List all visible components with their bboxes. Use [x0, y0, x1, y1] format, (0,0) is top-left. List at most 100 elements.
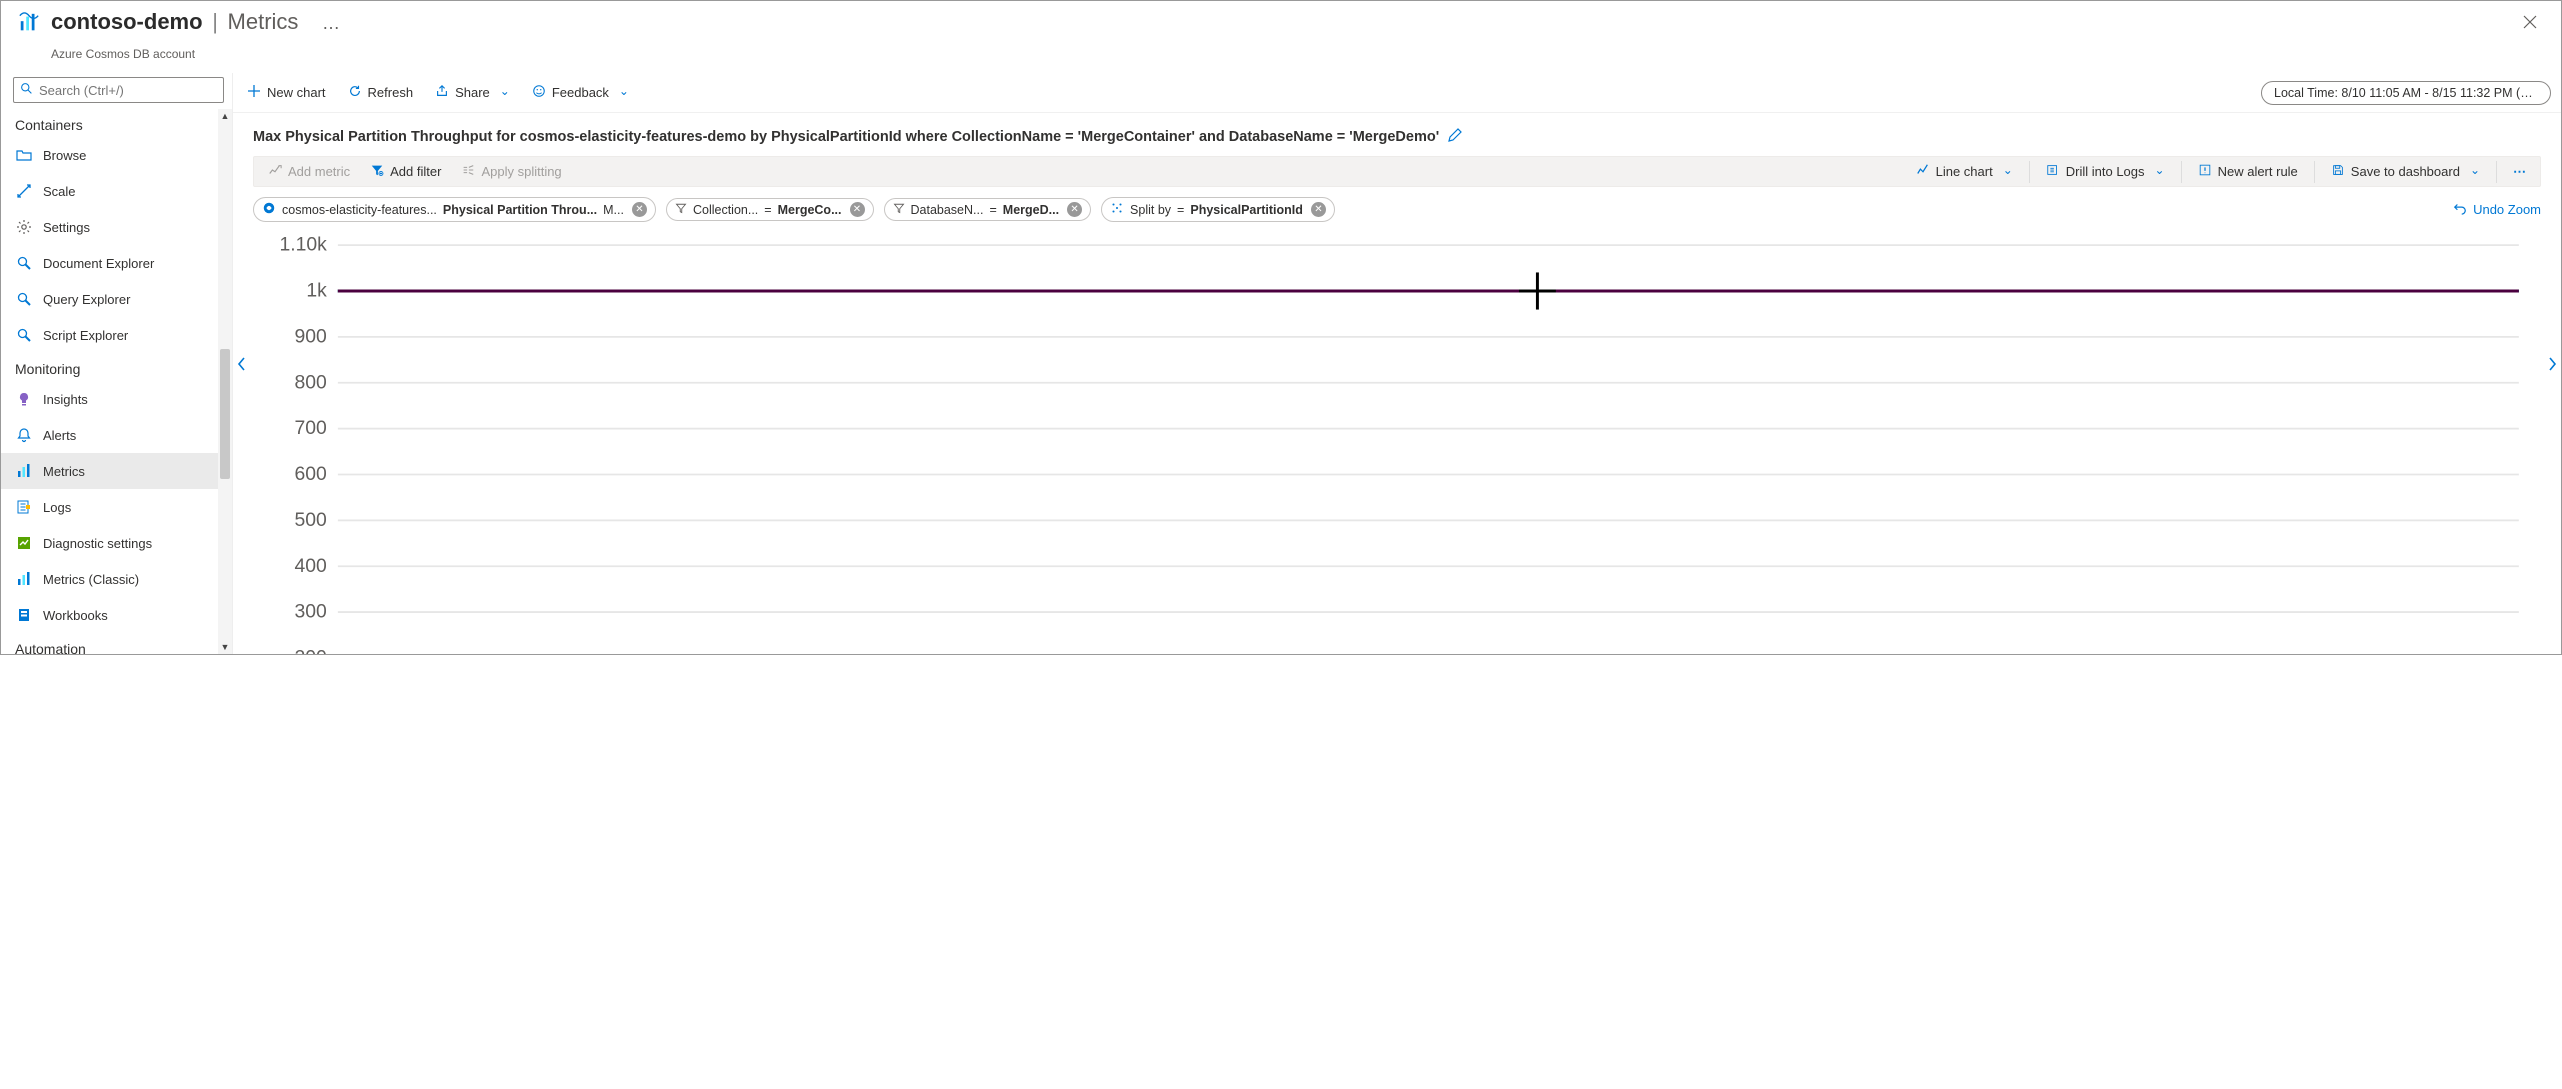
- sidebar-item-query-explorer[interactable]: Query Explorer: [1, 281, 232, 317]
- split-value: PhysicalPartitionId: [1190, 203, 1303, 217]
- new-chart-button[interactable]: New chart: [243, 80, 330, 105]
- scroll-up-button[interactable]: ▲: [218, 109, 232, 123]
- filter-collection-pill[interactable]: Collection... = MergeCo... ✕: [666, 198, 874, 221]
- search-input[interactable]: [37, 82, 217, 99]
- search-icon: [20, 82, 33, 98]
- feedback-label: Feedback: [552, 85, 609, 100]
- sidebar-item-label: Browse: [43, 148, 86, 163]
- sidebar-item-label: Settings: [43, 220, 90, 235]
- metric-pill-metric: Physical Partition Throu...: [443, 203, 597, 217]
- scale-icon: [15, 182, 33, 200]
- expand-right-handle[interactable]: [2543, 346, 2561, 382]
- sidebar-item-label: Diagnostic settings: [43, 536, 152, 551]
- split-remove[interactable]: ✕: [1311, 202, 1326, 217]
- sidebar-item-label: Metrics (Classic): [43, 572, 139, 587]
- sidebar-item-insights[interactable]: Insights: [1, 381, 232, 417]
- filter-collection-label: Collection...: [693, 203, 758, 217]
- share-button[interactable]: Share: [431, 80, 514, 105]
- svg-text:500: 500: [295, 509, 327, 531]
- drill-logs-label: Drill into Logs: [2066, 164, 2145, 179]
- add-metric-button[interactable]: Add metric: [260, 157, 358, 186]
- chart-type-button[interactable]: Line chart: [1908, 157, 2021, 186]
- add-metric-label: Add metric: [288, 164, 350, 179]
- sidebar: « ContainersBrowseScaleSettingsDocument …: [1, 73, 233, 654]
- sidebar-item-metrics[interactable]: Metrics: [1, 453, 232, 489]
- undo-zoom-label: Undo Zoom: [2473, 202, 2541, 217]
- title-more-button[interactable]: …: [322, 13, 340, 33]
- logs-icon: [15, 498, 33, 516]
- add-metric-icon: [268, 163, 282, 180]
- svg-text:200: 200: [295, 647, 327, 654]
- bars-icon: [15, 570, 33, 588]
- sidebar-item-metrics-classic[interactable]: Metrics (Classic): [1, 561, 232, 597]
- gear-icon: [15, 218, 33, 236]
- sidebar-item-alerts[interactable]: Alerts: [1, 417, 232, 453]
- refresh-label: Refresh: [368, 85, 414, 100]
- sidebar-scrollbar-thumb[interactable]: [220, 349, 230, 479]
- funnel-icon: [893, 202, 905, 217]
- undo-icon: [2453, 201, 2467, 218]
- split-eq: =: [1177, 203, 1184, 217]
- refresh-icon: [348, 84, 362, 101]
- resource-pill-icon: [262, 201, 276, 218]
- apply-splitting-button[interactable]: Apply splitting: [453, 157, 569, 186]
- feedback-button[interactable]: Feedback: [528, 80, 633, 105]
- sidebar-item-label: Document Explorer: [43, 256, 154, 271]
- search-input-wrapper[interactable]: [13, 77, 224, 103]
- add-filter-label: Add filter: [390, 164, 441, 179]
- sidebar-item-diagnostic[interactable]: Diagnostic settings: [1, 525, 232, 561]
- sidebar-item-doc-explorer[interactable]: Document Explorer: [1, 245, 232, 281]
- toolbar-divider: [2029, 161, 2030, 183]
- close-button[interactable]: [2515, 9, 2545, 38]
- new-alert-button[interactable]: New alert rule: [2190, 157, 2306, 186]
- chart-more-button[interactable]: ⋯: [2505, 158, 2534, 186]
- svg-text:900: 900: [295, 325, 327, 347]
- undo-zoom-button[interactable]: Undo Zoom: [2453, 201, 2541, 218]
- svg-text:700: 700: [295, 417, 327, 439]
- nav-group-header: Automation: [1, 633, 232, 654]
- edit-title-button[interactable]: [1447, 127, 1463, 146]
- save-dashboard-button[interactable]: Save to dashboard: [2323, 157, 2488, 186]
- metric-pill-remove[interactable]: ✕: [632, 202, 647, 217]
- svg-text:1k: 1k: [306, 280, 327, 302]
- refresh-button[interactable]: Refresh: [344, 80, 418, 105]
- toolbar-divider: [2496, 161, 2497, 183]
- bars-icon: [15, 462, 33, 480]
- filter-database-remove[interactable]: ✕: [1067, 202, 1082, 217]
- page-title: contoso-demo: [51, 9, 203, 34]
- sidebar-item-browse[interactable]: Browse: [1, 137, 232, 173]
- add-filter-button[interactable]: Add filter: [362, 157, 449, 186]
- split-pill[interactable]: Split by = PhysicalPartitionId ✕: [1101, 197, 1335, 222]
- sidebar-item-settings[interactable]: Settings: [1, 209, 232, 245]
- diag-icon: [15, 534, 33, 552]
- workbook-icon: [15, 606, 33, 624]
- sidebar-item-script-explorer[interactable]: Script Explorer: [1, 317, 232, 353]
- sidebar-item-label: Script Explorer: [43, 328, 128, 343]
- time-range-picker[interactable]: Local Time: 8/10 11:05 AM - 8/15 11:32 P…: [2261, 81, 2551, 105]
- toolbar-divider: [2314, 161, 2315, 183]
- filter-database-value: MergeD...: [1003, 203, 1059, 217]
- sidebar-item-label: Workbooks: [43, 608, 108, 623]
- filter-collection-value: MergeCo...: [778, 203, 842, 217]
- metric-pill[interactable]: cosmos-elasticity-features... Physical P…: [253, 197, 656, 222]
- svg-text:1.10k: 1.10k: [279, 234, 327, 256]
- splitting-icon: [461, 163, 475, 180]
- chart-title: Max Physical Partition Throughput for co…: [253, 129, 1439, 145]
- save-dashboard-label: Save to dashboard: [2351, 164, 2460, 179]
- drill-logs-button[interactable]: Drill into Logs: [2038, 157, 2173, 186]
- share-label: Share: [455, 85, 490, 100]
- chart-canvas[interactable]: 01002003004005006007008009001k1.10kThu 1…: [253, 234, 2541, 654]
- sidebar-item-logs[interactable]: Logs: [1, 489, 232, 525]
- sidebar-scrollbar[interactable]: ▲ ▼: [218, 109, 232, 654]
- sidebar-item-scale[interactable]: Scale: [1, 173, 232, 209]
- filter-collection-remove[interactable]: ✕: [850, 202, 865, 217]
- share-icon: [435, 84, 449, 101]
- sidebar-item-workbooks[interactable]: Workbooks: [1, 597, 232, 633]
- scroll-down-button[interactable]: ▼: [218, 640, 232, 654]
- sidebar-item-label: Metrics: [43, 464, 85, 479]
- toolbar-divider: [2181, 161, 2182, 183]
- metric-pill-resource: cosmos-elasticity-features...: [282, 203, 437, 217]
- filter-database-pill[interactable]: DatabaseN... = MergeD... ✕: [884, 198, 1092, 221]
- search-script-icon: [15, 326, 33, 344]
- expand-left-handle[interactable]: [233, 346, 251, 382]
